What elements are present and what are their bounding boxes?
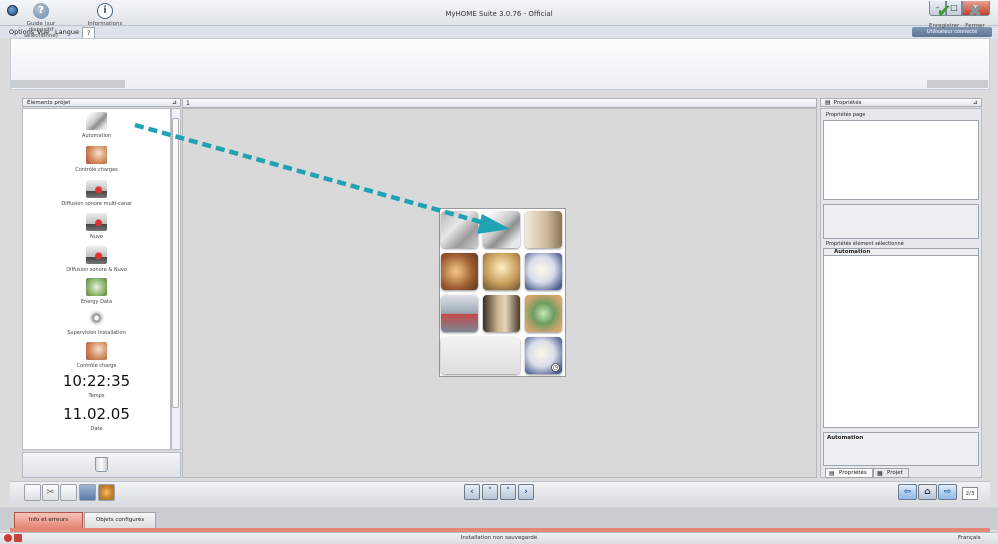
properties-icon: ▤	[825, 99, 831, 106]
nav-right-button[interactable]: ›	[518, 484, 534, 500]
tab-project[interactable]: ▦ Projet	[873, 468, 909, 478]
palette-icon[interactable]	[98, 484, 115, 501]
project-icon: ▦	[877, 470, 883, 477]
page-properties-box[interactable]	[823, 120, 979, 200]
status-language: Français	[958, 535, 981, 541]
tab-info-errors[interactable]: Info et erreurs	[14, 512, 83, 528]
properties-preview-box	[823, 204, 979, 239]
description-title: Automation	[827, 435, 864, 441]
tab-project-label: Projet	[887, 470, 903, 476]
pin-icon[interactable]: ⊿	[973, 99, 978, 107]
properties-icon: ▤	[829, 470, 835, 477]
status-text: Installation non sauvegardé	[460, 535, 538, 541]
drag-arrow-head	[477, 214, 510, 234]
selected-element-name: Automation	[823, 248, 979, 256]
nav-left-button[interactable]: ‹	[464, 484, 480, 500]
next-page-button[interactable]: ⇨	[938, 484, 957, 500]
selected-properties-box[interactable]	[823, 248, 979, 428]
tab-configured-objects[interactable]: Objets configurés	[84, 512, 156, 528]
selected-properties-label: Propriétés élément sélectionné	[826, 241, 904, 247]
previous-page-button[interactable]: ⇦	[898, 484, 917, 500]
tab-properties[interactable]: ▤ Propriétés	[825, 468, 873, 478]
page-indicator: 2/3	[962, 487, 978, 500]
new-page-icon[interactable]	[24, 484, 41, 501]
copy-icon[interactable]	[60, 484, 77, 501]
properties-header: ▤ Propriétés ⊿	[820, 98, 982, 107]
nav-down-button[interactable]: ˅	[482, 484, 498, 500]
grid-icon[interactable]	[79, 484, 96, 501]
nav-up-button[interactable]: ˄	[500, 484, 516, 500]
cut-icon[interactable]: ✂	[42, 484, 59, 501]
drag-arrow-line	[134, 122, 489, 227]
properties-title: Propriétés	[833, 100, 862, 106]
page-properties-label: Propriétés page	[826, 112, 866, 118]
tab-properties-label: Propriétés	[839, 470, 867, 476]
home-button[interactable]: ⌂	[918, 484, 937, 500]
